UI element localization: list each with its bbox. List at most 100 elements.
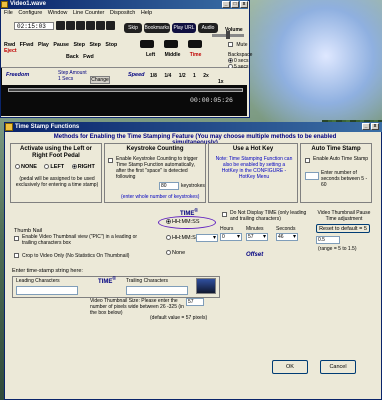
menu-bar: File Configure Window Line Counter Dispo… <box>0 9 248 17</box>
entry-label: Enter time-stamp string here: <box>12 268 83 274</box>
step-back-label[interactable]: Step <box>73 42 84 48</box>
trailing-input[interactable] <box>126 286 188 295</box>
seconds-dropdown[interactable]: 46 <box>276 233 298 241</box>
no-display-checkbox[interactable] <box>222 212 227 217</box>
tool-buttons: Skip Bookmarks Play URL Audio <box>124 23 224 33</box>
trailing-label: Trailing Characters <box>126 278 169 284</box>
speed-tick[interactable]: 2x <box>203 73 209 79</box>
dialog-title: Time Stamp Functions <box>15 124 80 130</box>
pedal-left-radio[interactable] <box>44 164 50 170</box>
bookmarks-button[interactable]: Bookmarks <box>144 23 170 33</box>
dialog-close-button[interactable]: x <box>371 123 379 130</box>
left-pedal-icon[interactable] <box>140 40 154 48</box>
time-pedal-icon[interactable] <box>188 40 202 48</box>
pause-input[interactable]: 0.5 <box>316 236 340 244</box>
size-input[interactable]: 57 <box>186 298 204 306</box>
step-change-button[interactable]: Change <box>90 76 110 84</box>
middle-pedal-icon[interactable] <box>164 40 178 48</box>
audio-button[interactable]: Audio <box>198 23 218 33</box>
speed-tick[interactable]: 1 <box>193 73 196 79</box>
stop-label[interactable]: Stop <box>105 42 117 48</box>
foot-pedal-box: Activate using the Left or Right Foot Pe… <box>10 143 102 203</box>
minimize-button[interactable]: _ <box>222 1 230 8</box>
keystroke-box: Keystroke Counting Enable Keystroke Coun… <box>104 143 206 203</box>
foot-pedal-options: NONE LEFT RIGHT <box>15 164 95 170</box>
rewind-icon[interactable] <box>56 21 65 30</box>
speed-tick[interactable]: 1/2 <box>179 73 186 79</box>
step-back-icon[interactable] <box>96 21 105 30</box>
menu-file[interactable]: File <box>4 10 13 16</box>
auto-seconds-label: Enter number of seconds between 5 - 60 <box>321 170 368 188</box>
pedal-right-option[interactable]: RIGHT <box>71 164 95 170</box>
play-label[interactable]: Play <box>38 42 49 48</box>
eject-label[interactable]: Eject <box>4 48 17 54</box>
step-forward-icon[interactable] <box>106 21 115 30</box>
speed-tick[interactable]: 1/8 <box>150 73 157 79</box>
auto-checkbox[interactable] <box>305 158 310 163</box>
pedal-right-radio[interactable] <box>71 164 77 170</box>
transport-icons <box>56 21 116 31</box>
app-icon <box>1 1 8 8</box>
position-slider[interactable] <box>8 88 243 92</box>
ffwd-label[interactable]: FFwd <box>20 42 34 48</box>
time-readout: 00:00:05:26 <box>190 97 233 104</box>
skip-button[interactable]: Skip <box>124 23 142 33</box>
hours-dropdown[interactable]: 0 <box>220 233 242 241</box>
step-amount-value: 1 Secs <box>58 76 74 82</box>
reset-default-button[interactable]: Reset to default = 5 <box>316 224 370 233</box>
keystroke-hint: (enter whole number of keystrokes) <box>121 194 200 200</box>
mute-checkbox[interactable] <box>228 42 233 48</box>
keystroke-checkbox[interactable] <box>108 158 113 163</box>
pedal-left-option[interactable]: LEFT <box>44 164 64 170</box>
menu-window[interactable]: Window <box>48 10 68 16</box>
format-radio-2[interactable] <box>166 235 171 241</box>
player-title: Video1.wave <box>10 1 46 7</box>
freedom-label: Freedom <box>6 72 30 78</box>
foot-pedal-note: (pedal will be assigned to be used exclu… <box>15 176 99 188</box>
pause-label: Video Thumbnail Pause Time adjustment <box>317 210 371 222</box>
leading-input[interactable] <box>16 286 78 295</box>
ok-button[interactable]: OK <box>272 360 308 374</box>
entry-time-label: TIME® <box>98 276 117 285</box>
format-none-option[interactable]: None <box>166 250 185 256</box>
thumbnail-enable-checkbox[interactable] <box>14 236 19 241</box>
hotkey-title: Use a Hot Key <box>232 146 274 152</box>
pedal-none-option[interactable]: NONE <box>15 164 37 170</box>
fast-forward-icon[interactable] <box>66 21 75 30</box>
step-amount-group: Step Amount 1 Secs <box>58 70 87 82</box>
menu-configure[interactable]: Configure <box>18 10 42 16</box>
format-none-radio[interactable] <box>166 250 171 256</box>
player-title-bar: Video1.wave _ □ x <box>0 0 248 9</box>
seconds-label: Seconds <box>276 226 296 232</box>
dialog-icon <box>5 123 13 131</box>
format-option-dropdown[interactable]: HH:MM:SS <box>166 235 200 241</box>
speed-tick[interactable]: 1/4 <box>164 73 171 79</box>
foot-pedal-title: Activate using the Left or Right Foot Pe… <box>19 146 92 159</box>
play-icon[interactable] <box>76 21 85 30</box>
format-option[interactable]: HH:MM:SS <box>166 219 200 225</box>
play-url-button[interactable]: Play URL <box>172 23 196 33</box>
format-radio[interactable] <box>166 219 171 225</box>
crop-checkbox[interactable] <box>14 253 19 258</box>
format-dropdown[interactable] <box>196 234 218 242</box>
auto-seconds-input[interactable] <box>305 172 319 180</box>
pedal-none-radio[interactable] <box>15 164 20 170</box>
size-text: Video Thumbnail Size: Please enter the n… <box>90 298 184 316</box>
menu-line-counter[interactable]: Line Counter <box>73 10 105 16</box>
backspace-radio-0[interactable] <box>228 58 233 64</box>
pause-icon[interactable] <box>86 21 95 30</box>
mute-toggle[interactable]: Mute <box>228 42 248 48</box>
auto-timestamp-box: Auto Time Stamp Enable Auto Time Stamp E… <box>300 143 372 203</box>
thumbnail-enable-label: Enable Video Thumbnail view ("PIC") in a… <box>22 234 138 246</box>
maximize-button[interactable]: □ <box>231 1 239 8</box>
menu-dispositch[interactable]: Dispositch <box>110 10 135 16</box>
keystroke-input[interactable]: 80 <box>159 182 179 190</box>
menu-help[interactable]: Help <box>141 10 152 16</box>
pause-label[interactable]: Pause <box>53 42 69 48</box>
volume-knob[interactable] <box>226 31 230 39</box>
close-button[interactable]: x <box>240 1 248 8</box>
step-fwd-label[interactable]: Step <box>89 42 100 48</box>
dialog-minimize-button[interactable]: _ <box>362 123 370 130</box>
cancel-button[interactable]: Cancel <box>320 360 356 374</box>
minutes-dropdown[interactable]: 57 <box>246 233 268 241</box>
